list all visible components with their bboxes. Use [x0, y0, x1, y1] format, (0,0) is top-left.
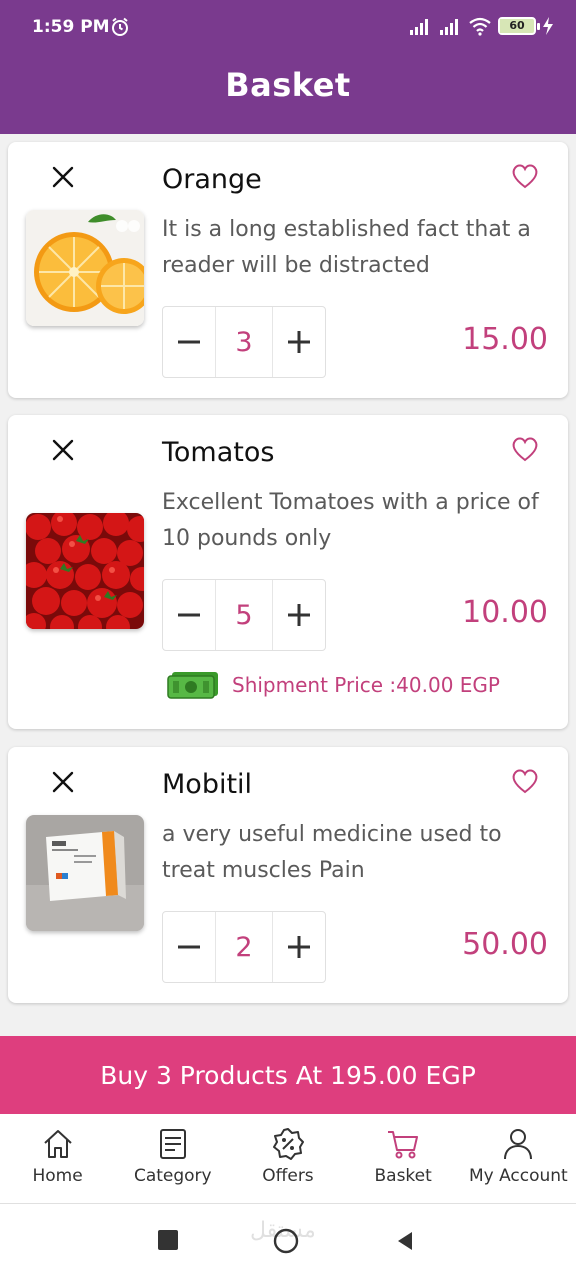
- favorite-heart-icon[interactable]: [510, 162, 540, 190]
- product-description: It is a long established fact that a rea…: [162, 217, 531, 278]
- product-image-orange: [26, 210, 144, 326]
- home-button[interactable]: [273, 1228, 299, 1254]
- nav-label: Home: [32, 1166, 83, 1186]
- product-description: Excellent Tomatoes with a price of 10 po…: [162, 490, 539, 551]
- remove-item-button[interactable]: [48, 767, 78, 797]
- nav-my-account[interactable]: My Account: [461, 1114, 576, 1203]
- signal-icon: [410, 19, 428, 35]
- recents-button[interactable]: [158, 1230, 178, 1250]
- increase-button[interactable]: [273, 580, 325, 650]
- minus-icon: [178, 945, 200, 949]
- product-image-tomatoes: [26, 513, 144, 629]
- product-price: 10.00: [462, 595, 548, 630]
- increase-button[interactable]: [273, 912, 325, 982]
- plus-icon: [288, 604, 310, 626]
- quantity-stepper: 2: [162, 911, 326, 983]
- basket-item-mobitil: Mobitil a very useful medicine used to t…: [8, 747, 568, 1003]
- quantity-value: 2: [215, 912, 273, 982]
- bottom-navigation: Home Category Offers Basket My Account: [0, 1114, 576, 1204]
- alarm-icon: [112, 17, 128, 36]
- decrease-button[interactable]: [163, 912, 215, 982]
- app-bar: Basket: [0, 56, 576, 134]
- home-icon: [43, 1130, 72, 1158]
- system-navigation-bar: مستقل: [0, 1204, 576, 1280]
- page-title: Basket: [225, 66, 351, 104]
- status-time: 1:59 PM: [32, 17, 110, 37]
- decrease-button[interactable]: [163, 580, 215, 650]
- nav-label: Offers: [262, 1166, 314, 1186]
- increase-button[interactable]: [273, 307, 325, 377]
- money-icon: [167, 672, 218, 699]
- remove-item-button[interactable]: [48, 162, 78, 192]
- battery-level: 60: [509, 19, 525, 32]
- minus-icon: [178, 613, 200, 617]
- remove-item-button[interactable]: [48, 435, 78, 465]
- back-button[interactable]: [394, 1230, 416, 1252]
- favorite-heart-icon[interactable]: [510, 435, 540, 463]
- charging-icon: [543, 17, 553, 35]
- nav-category[interactable]: Category: [115, 1114, 230, 1203]
- minus-icon: [178, 340, 200, 344]
- product-price: 15.00: [462, 322, 548, 357]
- nav-offers[interactable]: Offers: [230, 1114, 345, 1203]
- product-image-medicine: [26, 815, 144, 931]
- quantity-stepper: 5: [162, 579, 326, 651]
- plus-icon: [288, 936, 310, 958]
- product-name: Orange: [162, 164, 262, 195]
- nav-basket[interactable]: Basket: [346, 1114, 461, 1203]
- quantity-value: 3: [215, 307, 273, 377]
- status-icons: 60: [408, 16, 554, 36]
- signal-icon: [440, 19, 458, 35]
- quantity-stepper: 3: [162, 306, 326, 378]
- quantity-value: 5: [215, 580, 273, 650]
- nav-label: Category: [133, 1166, 212, 1186]
- product-name: Tomatos: [162, 437, 275, 468]
- shipment-info: Shipment Price :40.00 EGP: [166, 670, 500, 700]
- battery-icon: 60: [498, 17, 540, 35]
- plus-icon: [288, 331, 310, 353]
- nav-label: My Account: [468, 1166, 568, 1186]
- basket-item-orange: Orange It is a long established fact tha…: [8, 142, 568, 398]
- decrease-button[interactable]: [163, 307, 215, 377]
- product-price: 50.00: [462, 927, 548, 962]
- wifi-icon: [469, 17, 491, 36]
- status-bar: 1:59 PM 60: [0, 0, 576, 56]
- offers-icon: [272, 1128, 304, 1160]
- account-icon: [504, 1129, 533, 1160]
- basket-item-tomatos: Tomatos Excellent Tomatoes with a price …: [8, 415, 568, 729]
- favorite-heart-icon[interactable]: [510, 767, 540, 795]
- product-description: a very useful medicine used to treat mus…: [162, 822, 502, 883]
- buy-button[interactable]: Buy 3 Products At 195.00 EGP: [0, 1036, 576, 1114]
- product-name: Mobitil: [162, 769, 253, 800]
- category-icon: [159, 1129, 186, 1159]
- nav-home[interactable]: Home: [0, 1114, 115, 1203]
- shipment-price: Shipment Price :40.00 EGP: [232, 673, 500, 697]
- basket-icon: [388, 1131, 419, 1159]
- nav-label: Basket: [374, 1166, 432, 1186]
